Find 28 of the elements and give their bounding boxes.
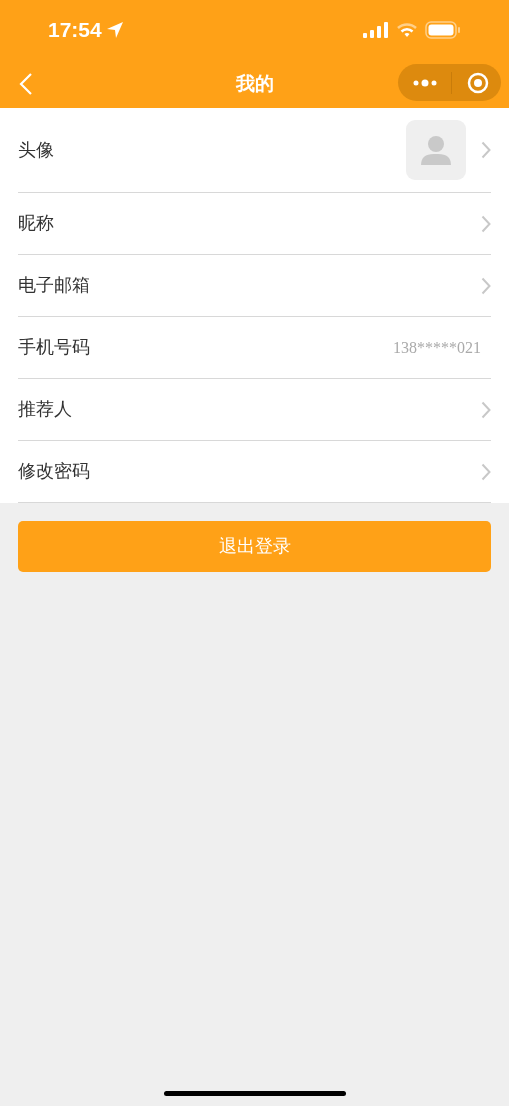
chevron-icon [481,276,491,295]
signal-icon [363,22,389,38]
avatar-placeholder-icon[interactable] [406,120,466,180]
settings-row[interactable]: 手机号码 138*****021 [18,317,491,379]
close-icon[interactable] [467,71,489,94]
row-label: 修改密码 [18,460,90,483]
row-label: 手机号码 [18,336,90,359]
settings-row[interactable]: 昵称 [18,193,491,255]
phone-value: 138*****021 [393,337,481,358]
battery-icon [425,21,461,39]
row-label: 电子邮箱 [18,274,90,297]
chevron-icon [481,462,491,481]
location-arrow-icon [105,21,124,39]
back-icon[interactable] [19,72,33,96]
wifi-icon [397,22,417,38]
settings-row[interactable]: 修改密码 [18,441,491,503]
chevron-icon [481,400,491,419]
row-label: 昵称 [18,212,54,235]
chevron-icon [481,141,491,159]
chevron-icon [481,214,491,233]
settings-row[interactable]: 头像 [18,108,491,193]
row-label: 推荐人 [18,398,72,421]
page-title: 我的 [235,71,274,96]
settings-row[interactable]: 推荐人 [18,379,491,441]
status-time: 17:54 [48,17,102,44]
more-icon[interactable] [413,78,437,87]
row-label: 头像 [18,138,54,162]
settings-row[interactable]: 电子邮箱 [18,255,491,317]
